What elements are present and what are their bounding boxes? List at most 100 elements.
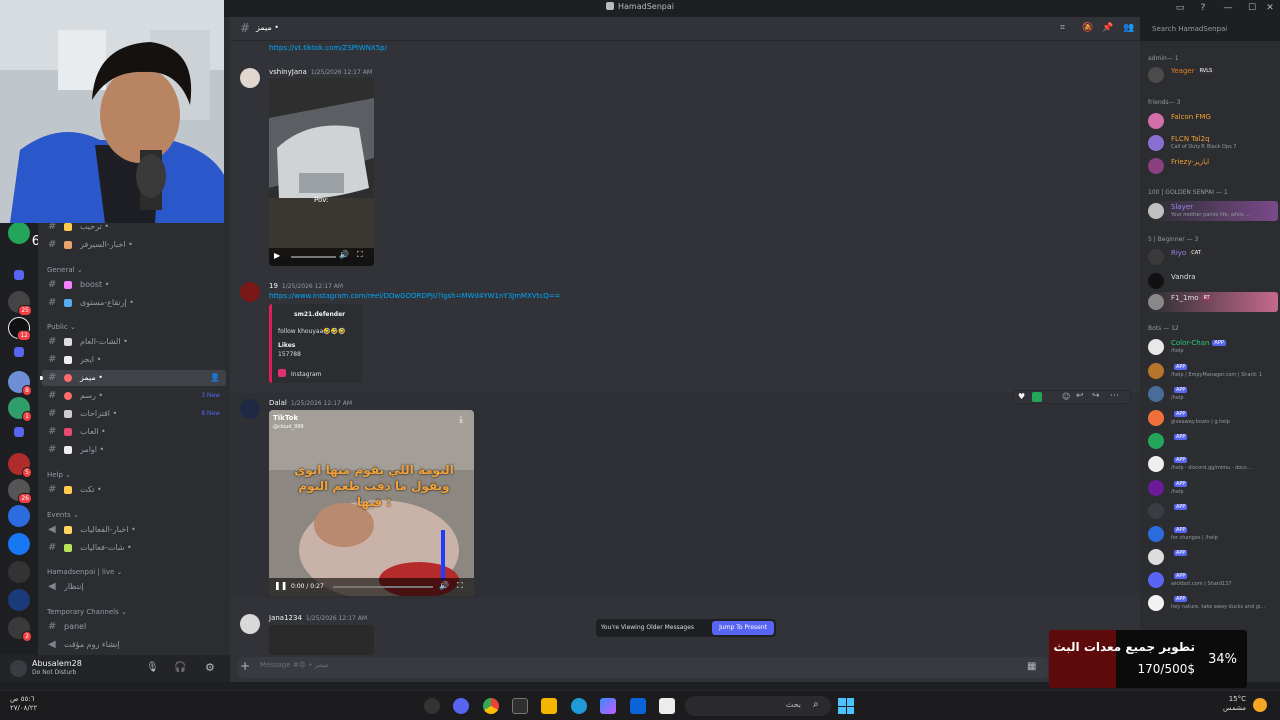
- apps-icon[interactable]: ▦: [1027, 661, 1036, 672]
- message-link[interactable]: https://www.instagram.com/reel/DOwGOORDP…: [269, 292, 561, 300]
- search-input[interactable]: Search HamadSenpai: [1148, 23, 1273, 37]
- gear-icon[interactable]: ⚙: [205, 661, 215, 674]
- copilot-icon[interactable]: [600, 698, 616, 714]
- more-icon[interactable]: ⋯: [1110, 391, 1119, 401]
- server-icon[interactable]: [8, 561, 30, 583]
- maximize-icon[interactable]: ☐: [1244, 1, 1260, 15]
- member-item[interactable]: APP/help | EmpyManager.com | Shard: 1: [1148, 361, 1278, 381]
- server-icon-folder[interactable]: [14, 347, 24, 357]
- volume-icon[interactable]: 🔊: [439, 581, 449, 590]
- notepad-icon[interactable]: [659, 698, 675, 714]
- message-author[interactable]: Dalal: [269, 399, 287, 407]
- store-icon[interactable]: [512, 698, 528, 714]
- link-embed[interactable]: sm21.defender follow khouyaa🤣🤣🤣 Likes 15…: [269, 304, 362, 383]
- fullscreen-icon[interactable]: ⛶: [457, 581, 463, 591]
- channel-item[interactable]: # تكت •: [42, 482, 226, 498]
- category-help[interactable]: Help ⌄: [47, 471, 71, 479]
- category-events[interactable]: Events ⌄: [47, 511, 79, 519]
- video-attachment[interactable]: [269, 625, 374, 655]
- close-icon[interactable]: ✕: [1262, 1, 1278, 15]
- volume-icon[interactable]: 🔊: [339, 250, 349, 259]
- pin-icon[interactable]: 📌: [1102, 23, 1113, 33]
- threads-icon[interactable]: ⌗: [1060, 23, 1065, 33]
- fullscreen-icon[interactable]: ⛶: [357, 250, 363, 260]
- help-icon[interactable]: ?: [1195, 1, 1211, 15]
- server-icon[interactable]: 12: [8, 317, 31, 341]
- channel-item[interactable]: # اقتراحات • 8 New: [42, 406, 226, 422]
- member-item[interactable]: APP for changes | /help: [1148, 524, 1278, 544]
- voice-channel-item[interactable]: ◀ إنتظار: [42, 579, 226, 595]
- add-member-icon[interactable]: 👤: [210, 370, 220, 386]
- server-icon[interactable]: [8, 505, 30, 527]
- video-attachment[interactable]: Pov: ▶ 🔊 ⛶: [269, 78, 374, 266]
- channel-item[interactable]: # boost •: [42, 277, 226, 293]
- obs-icon[interactable]: [424, 698, 440, 714]
- server-icon[interactable]: 25: [8, 291, 32, 316]
- member-item[interactable]: F1_1mo RT: [1148, 292, 1278, 312]
- forward-icon[interactable]: ↪: [1092, 391, 1100, 401]
- channel-item[interactable]: # اوامر •: [42, 442, 226, 458]
- chrome-icon[interactable]: [483, 698, 499, 714]
- avatar[interactable]: [240, 282, 260, 302]
- play-icon[interactable]: ▶: [274, 251, 280, 260]
- member-item[interactable]: APP giveaway.boats | g.help: [1148, 408, 1278, 428]
- message-author[interactable]: vshinyJana: [269, 68, 307, 76]
- category-live[interactable]: Hamadsenpai | live ⌄: [47, 568, 122, 576]
- server-icon[interactable]: [8, 589, 30, 611]
- video-attachment[interactable]: TikTok @cloud_999 ⤓ النومة اللي يقوم منه…: [269, 410, 474, 596]
- channel-item[interactable]: # العاب •: [42, 424, 226, 440]
- channel-item[interactable]: # اخبار-السيرفر •: [42, 237, 226, 253]
- server-icon[interactable]: 1: [8, 397, 32, 422]
- member-list-icon[interactable]: 👥: [1123, 23, 1134, 33]
- member-item[interactable]: FLCN Tal2q Call of Duty® Black Ops 7: [1148, 133, 1278, 153]
- server-icon-folder[interactable]: [14, 270, 24, 280]
- server-icon-folder[interactable]: [14, 427, 24, 437]
- category-public[interactable]: Public ⌄: [47, 323, 76, 331]
- server-icon-green[interactable]: 6: [8, 222, 40, 248]
- taskbar-search[interactable]: بحث: [685, 696, 831, 716]
- server-icon[interactable]: 8: [8, 371, 32, 396]
- minimize-icon[interactable]: —: [1220, 1, 1236, 15]
- headset-icon[interactable]: 🎧: [174, 662, 186, 673]
- message-author[interactable]: 19: [269, 282, 278, 290]
- member-item[interactable]: APP/help: [1148, 384, 1278, 404]
- taskbar-weather[interactable]: 15°C مشمس: [1218, 695, 1246, 713]
- discord-icon[interactable]: [453, 698, 469, 714]
- embed-title[interactable]: sm21.defender: [294, 311, 356, 318]
- channel-item[interactable]: ◀ اخبار-الفعاليات •: [42, 522, 226, 538]
- message-input[interactable]: [238, 657, 1048, 678]
- voice-channel-item[interactable]: ◀ إنشاء روم مؤقت: [42, 637, 226, 653]
- add-reaction-icon[interactable]: ☺: [1062, 392, 1070, 401]
- member-item[interactable]: Yeager RVLS: [1148, 65, 1278, 85]
- download-icon[interactable]: ⤓: [459, 415, 463, 425]
- check-reaction-icon[interactable]: [1032, 392, 1042, 402]
- avatar[interactable]: [240, 399, 260, 419]
- edge-icon[interactable]: [571, 698, 587, 714]
- member-item[interactable]: Falcon FMG: [1148, 111, 1278, 131]
- server-icon[interactable]: 26: [8, 479, 32, 504]
- video-progress-bar[interactable]: [333, 586, 433, 588]
- reply-icon[interactable]: ↩: [1076, 391, 1084, 401]
- member-item[interactable]: APP/help · discord.gg/mimu · docs...: [1148, 454, 1278, 474]
- message-author[interactable]: Jana1234: [269, 614, 302, 622]
- channel-item[interactable]: # ايجر •: [42, 352, 226, 368]
- member-item[interactable]: Riyo CAT: [1148, 247, 1278, 267]
- avatar[interactable]: [240, 614, 260, 634]
- heart-reaction-icon[interactable]: ♥: [1018, 392, 1025, 401]
- inbox-icon[interactable]: ▭: [1172, 1, 1188, 15]
- mute-bell-icon[interactable]: 🔕: [1082, 23, 1093, 33]
- channel-item[interactable]: # رسم • 3 New: [42, 388, 226, 404]
- server-icon[interactable]: 5: [8, 453, 32, 478]
- member-item[interactable]: APP hey nature, take away ducks and gi...: [1148, 593, 1278, 613]
- member-item[interactable]: Friezy-ايازيز: [1148, 156, 1278, 176]
- attach-plus-icon[interactable]: +: [240, 659, 250, 673]
- category-temporary[interactable]: Temporary Channels ⌄: [47, 608, 127, 616]
- member-item[interactable]: Vandra: [1148, 271, 1278, 291]
- taskbar-clock[interactable]: ٥٥:٦ ص ٢٧/٠٨/٢٢: [10, 695, 37, 713]
- channel-item[interactable]: # panel: [42, 619, 226, 635]
- category-general[interactable]: General ⌄: [47, 266, 83, 274]
- server-icon[interactable]: [8, 533, 30, 555]
- member-item[interactable]: Slayer Your mother paints life, while ...: [1148, 201, 1278, 221]
- avatar[interactable]: [10, 660, 27, 677]
- member-item[interactable]: Color-Chan APP/help: [1148, 337, 1278, 357]
